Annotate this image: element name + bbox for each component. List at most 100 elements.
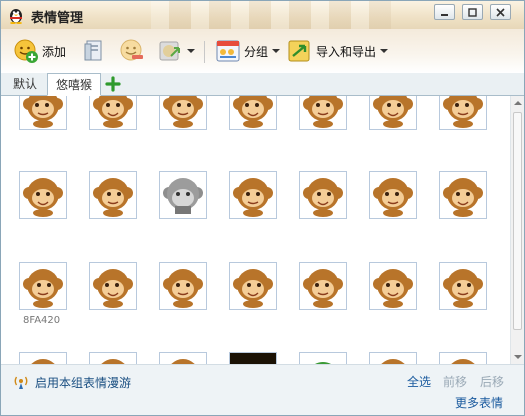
emoticon-cell[interactable]	[159, 96, 207, 130]
emoticon-cell[interactable]	[439, 96, 487, 130]
monkey-face-icon	[163, 269, 203, 308]
monkey-face-icon	[233, 269, 273, 308]
emoticon-cell[interactable]	[229, 96, 277, 130]
add-group-icon[interactable]	[105, 76, 121, 92]
monkey-face-icon	[303, 269, 343, 308]
dark-image-icon	[230, 353, 276, 364]
monkey-face-icon	[23, 178, 63, 217]
scroll-up-icon[interactable]	[514, 101, 522, 105]
maximize-button[interactable]	[462, 4, 483, 20]
tab-youxihou[interactable]: 悠嘻猴	[47, 73, 102, 96]
emoticon-cell[interactable]	[159, 262, 207, 310]
emoticon-grid: 8FA420	[1, 96, 510, 364]
monkey-face-icon	[443, 178, 483, 217]
import-export-label: 导入和导出	[316, 44, 377, 59]
monkey-face-icon	[101, 359, 125, 364]
chevron-down-icon	[272, 49, 281, 53]
monkey-face-icon	[23, 269, 63, 308]
emoticon-cell[interactable]	[439, 262, 487, 310]
move-button[interactable]	[157, 37, 195, 65]
emoticon-cell[interactable]	[89, 171, 137, 219]
monkey-face-icon	[443, 269, 483, 308]
scrollbar-thumb[interactable]	[513, 112, 522, 330]
select-all-link[interactable]: 全选	[407, 373, 431, 390]
add-label: 添加	[42, 44, 67, 59]
emoticon-manager-window: 表情管理 添加 分组 导入和导出 默认 悠嘻猴 8FA420 启用本组表情漫游 …	[0, 0, 525, 416]
emoticon-cell[interactable]	[299, 96, 347, 130]
emoticon-cell[interactable]	[439, 171, 487, 219]
monkey-face-icon	[373, 269, 413, 308]
move-icon	[159, 41, 180, 61]
emoticon-cell[interactable]	[229, 262, 277, 310]
toolbar-divider	[204, 41, 205, 63]
monkey-face-icon	[163, 96, 203, 128]
qq-penguin-icon	[10, 9, 22, 24]
import-export-icon	[288, 40, 310, 62]
emoticon-cell[interactable]	[229, 171, 277, 219]
monkey-face-icon	[31, 359, 55, 364]
emoticon-cell[interactable]	[229, 352, 277, 364]
minimize-button[interactable]	[434, 4, 455, 20]
import-export-button[interactable]: 导入和导出	[287, 37, 389, 65]
monkey-face-icon	[303, 96, 343, 128]
close-button[interactable]	[490, 4, 511, 20]
emoticon-cell[interactable]	[89, 262, 137, 310]
monkey-face-icon	[171, 359, 195, 364]
tab-default[interactable]: 默认	[5, 73, 45, 95]
monkey-face-icon	[233, 96, 273, 128]
enable-roaming-link[interactable]: 启用本组表情漫游	[35, 374, 131, 391]
chevron-down-icon	[187, 49, 195, 53]
export-file-icon	[84, 40, 102, 61]
remove-face-icon	[120, 39, 143, 61]
monkey-face-icon	[443, 96, 483, 128]
emoticon-cell[interactable]	[159, 171, 207, 219]
remove-button[interactable]	[119, 37, 145, 65]
monkey-face-icon	[373, 178, 413, 217]
monkey-face-icon	[93, 96, 133, 128]
emoticon-cell[interactable]	[369, 262, 417, 310]
group-button[interactable]: 分组	[215, 37, 281, 65]
emoticon-cell[interactable]	[19, 171, 67, 219]
emoticon-cell[interactable]	[19, 352, 67, 364]
emoticon-cell[interactable]	[19, 96, 67, 130]
window-title: 表情管理	[31, 11, 84, 26]
chevron-down-icon	[380, 49, 389, 53]
move-backward-link[interactable]: 后移	[480, 373, 504, 390]
group-tabs: 默认 悠嘻猴	[1, 73, 524, 96]
emoticon-cell[interactable]	[369, 96, 417, 130]
emoticon-cell[interactable]	[299, 171, 347, 219]
emoticon-cell[interactable]	[159, 352, 207, 364]
group-label: 分组	[244, 44, 269, 59]
emoticon-cell[interactable]	[439, 352, 487, 364]
more-emoticons-link[interactable]: 更多表情	[455, 394, 503, 411]
emoticon-cell[interactable]	[369, 352, 417, 364]
emoticon-cell[interactable]	[299, 352, 347, 364]
export-button[interactable]	[81, 37, 107, 65]
add-face-icon	[14, 39, 38, 63]
monkey-face-icon	[23, 96, 63, 128]
monkey-face-icon	[381, 359, 405, 364]
emoticon-cell[interactable]	[369, 171, 417, 219]
monkey-face-gray-icon	[163, 178, 203, 214]
footer-bar: 启用本组表情漫游 全选 前移 后移 更多表情	[1, 364, 524, 415]
emoticon-cell[interactable]	[89, 352, 137, 364]
title-bar[interactable]: 表情管理	[1, 1, 524, 71]
emoticon-cell[interactable]	[89, 96, 137, 130]
monkey-face-icon	[373, 96, 413, 128]
monkey-face-icon	[93, 178, 133, 217]
toolbar: 添加 分组 导入和导出	[1, 29, 524, 74]
move-forward-link[interactable]: 前移	[443, 373, 467, 390]
roaming-icon	[14, 376, 28, 389]
scroll-down-icon[interactable]	[514, 355, 522, 359]
emoticon-cell[interactable]	[19, 262, 67, 310]
emoticon-cell[interactable]	[299, 262, 347, 310]
add-button[interactable]: 添加	[13, 37, 66, 65]
minimize-icon	[441, 13, 448, 16]
green-hat-face-icon	[315, 362, 331, 364]
monkey-face-icon	[93, 269, 133, 308]
monkey-face-icon	[233, 178, 273, 217]
monkey-face-icon	[303, 178, 343, 217]
close-icon	[496, 7, 505, 17]
vertical-scrollbar[interactable]	[510, 96, 524, 364]
monkey-face-icon	[451, 359, 475, 364]
